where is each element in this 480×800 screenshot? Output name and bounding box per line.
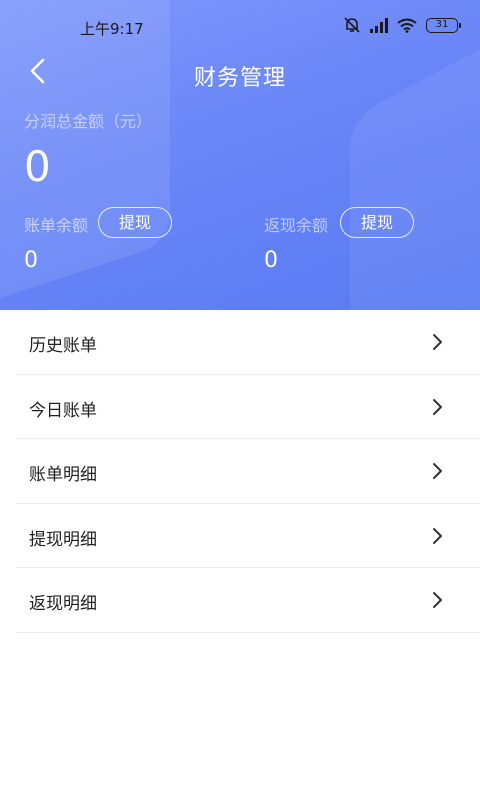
menu-list: 历史账单 今日账单 账单明细 提现明细 返现明细 — [0, 310, 480, 633]
account-withdraw-button[interactable]: 提现 — [98, 207, 172, 238]
status-bar: 上午9:17 31 — [0, 0, 480, 52]
menu-item-label: 提现明细 — [29, 529, 97, 550]
menu-item-withdraw-details[interactable]: 提现明细 — [16, 504, 480, 568]
menu-item-today-bills[interactable]: 今日账单 — [16, 375, 480, 439]
menu-item-label: 今日账单 — [29, 400, 97, 421]
status-icons: 31 — [343, 16, 461, 34]
menu-item-label: 历史账单 — [29, 336, 97, 356]
cashback-withdraw-button[interactable]: 提现 — [340, 207, 414, 238]
total-amount-value: 0 — [24, 142, 51, 191]
total-amount-label: 分润总金额（元） — [24, 112, 153, 131]
cashback-balance-value: 0 — [264, 248, 278, 273]
menu-item-label: 返现明细 — [29, 594, 97, 614]
menu-item-bill-details[interactable]: 账单明细 — [16, 439, 480, 504]
cashback-balance-label: 返现余额 — [264, 216, 329, 235]
account-balance-value: 0 — [24, 248, 38, 273]
page-title: 财务管理 — [193, 66, 286, 91]
chevron-right-icon — [433, 398, 442, 415]
status-time: 上午9:17 — [80, 20, 144, 38]
menu-item-label: 账单明细 — [29, 465, 97, 485]
finance-management-screen: 上午9:17 31 财务管理 分润总金额（元） 0 账单余额 提现 0 返现余额… — [0, 0, 480, 800]
header-panel: 上午9:17 31 财务管理 分润总金额（元） 0 账单余额 提现 0 返现余额… — [0, 0, 480, 310]
chevron-right-icon — [433, 592, 442, 608]
menu-item-cashback-details[interactable]: 返现明细 — [16, 568, 480, 633]
account-balance-label: 账单余额 — [24, 216, 89, 235]
chevron-right-icon — [433, 463, 442, 479]
chevron-right-icon — [433, 334, 442, 350]
battery-level: 31 — [435, 18, 449, 30]
chevron-right-icon — [433, 527, 442, 544]
menu-item-history-bills[interactable]: 历史账单 — [16, 310, 480, 375]
battery-icon: 31 — [426, 17, 461, 33]
signal-icon — [370, 17, 388, 33]
wifi-icon — [397, 18, 417, 33]
alarm-off-icon — [344, 17, 360, 33]
